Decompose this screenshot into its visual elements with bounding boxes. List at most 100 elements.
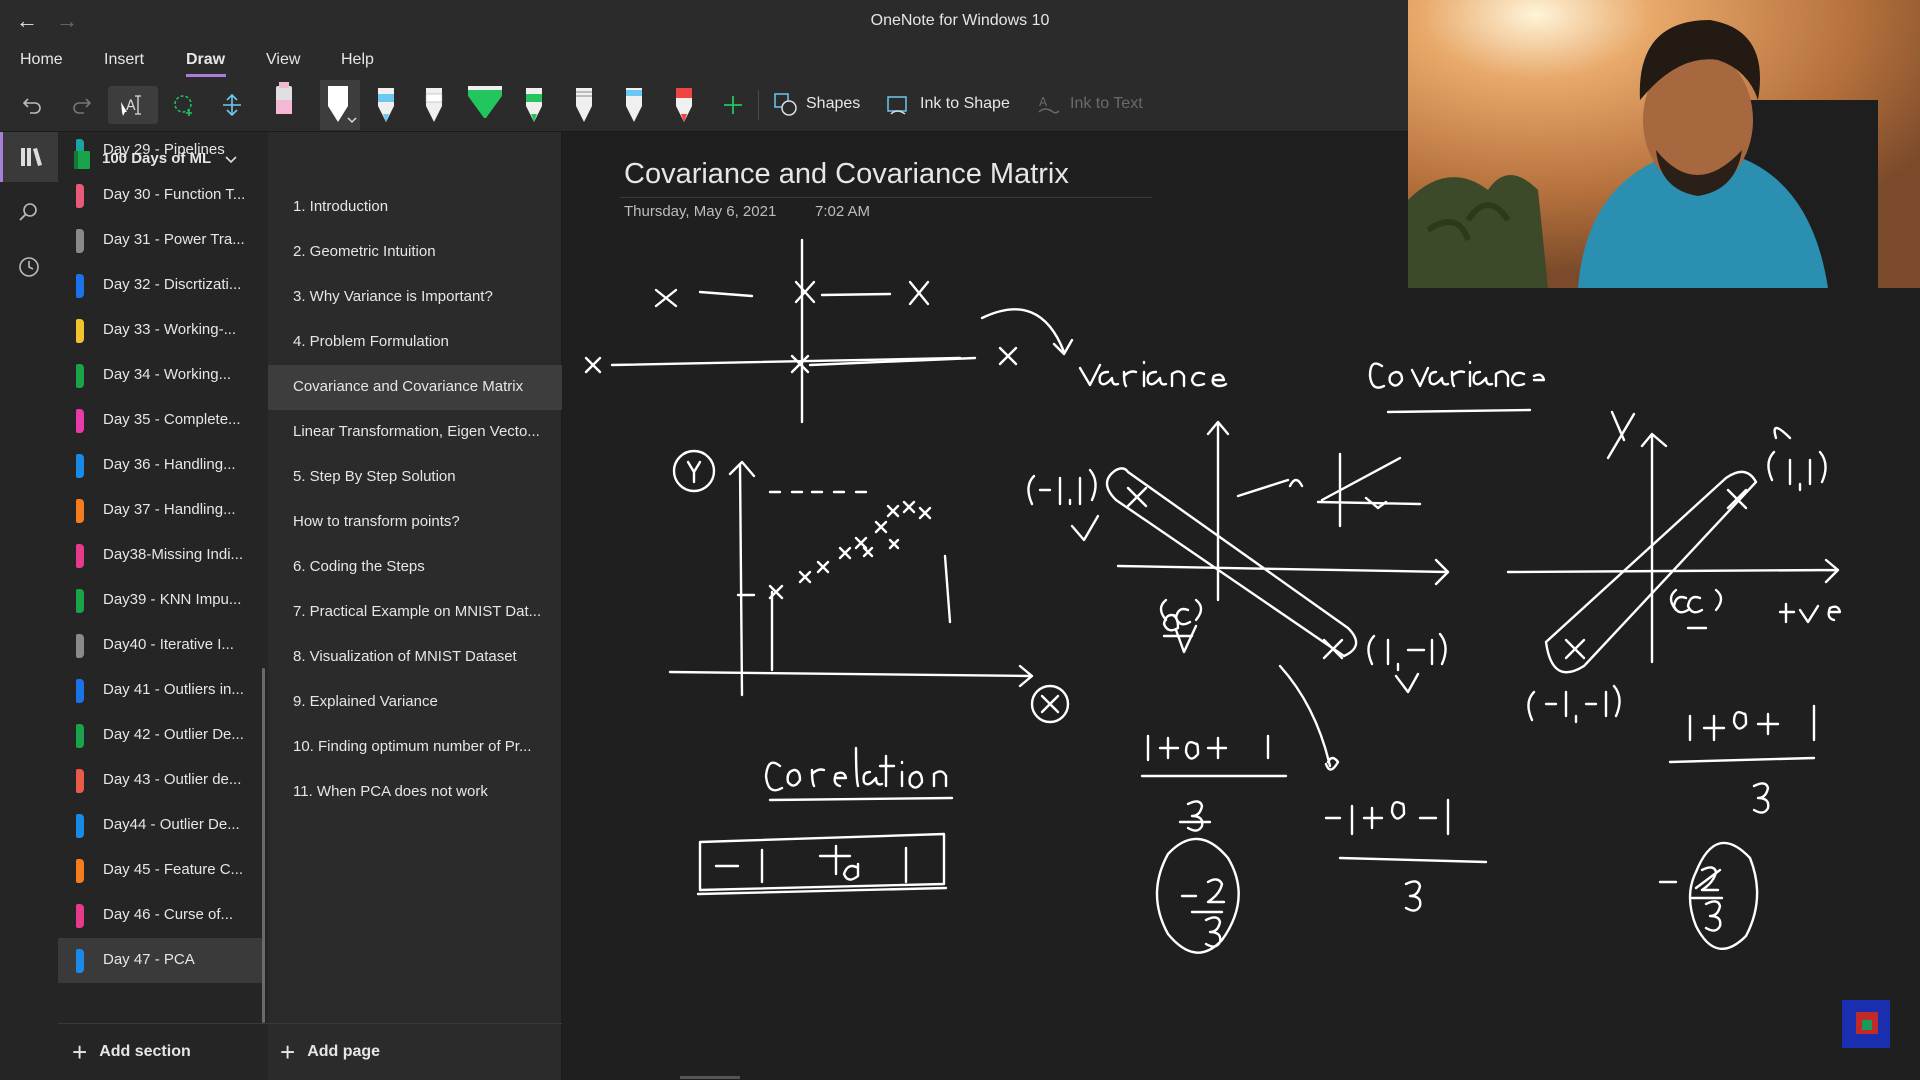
notebook-icon: [74, 151, 90, 169]
ink-to-text-icon[interactable]: A: [1034, 86, 1062, 124]
lasso-select-icon[interactable]: A: [108, 86, 158, 124]
pen-white-icon[interactable]: [420, 80, 448, 128]
pen-red-icon[interactable]: [670, 80, 698, 128]
page-label: 10. Finding optimum number of Pr...: [293, 738, 532, 755]
section-color-tab: [76, 499, 84, 523]
section-item[interactable]: Day 43 - Outlier de...: [58, 758, 264, 803]
page-item[interactable]: How to transform points?: [268, 500, 562, 545]
section-item[interactable]: Day44 - Outlier De...: [58, 803, 264, 848]
pen-highlighter-pink-icon[interactable]: [270, 80, 298, 128]
section-color-tab: [76, 859, 84, 883]
section-item[interactable]: Day 31 - Power Tra...: [58, 218, 264, 263]
shapes-icon[interactable]: [772, 86, 800, 124]
section-item[interactable]: Day 30 - Function T...: [58, 173, 264, 218]
add-space-lasso-icon[interactable]: [170, 86, 198, 124]
pages-panel: 1. Introduction 2. Geometric Intuition 3. …: [268, 132, 562, 1080]
section-color-tab: [76, 274, 84, 298]
page-label: 7. Practical Example on MNIST Dat...: [293, 603, 542, 620]
ink-to-shape-button[interactable]: Ink to Shape: [920, 95, 1010, 113]
section-item[interactable]: Day 37 - Handling...: [58, 488, 264, 533]
pen-green-icon[interactable]: [520, 80, 548, 128]
add-section-button[interactable]: + Add section: [72, 1024, 191, 1080]
page-item[interactable]: 3. Why Variance is Important?: [268, 275, 562, 320]
page-item[interactable]: 9. Explained Variance: [268, 680, 562, 725]
page-item[interactable]: 7. Practical Example on MNIST Dat...: [268, 590, 562, 635]
section-color-tab: [76, 814, 84, 838]
section-item[interactable]: Day 47 - PCA: [58, 938, 264, 983]
chevron-down-icon: [225, 156, 237, 164]
notebook-name: 100 Days of ML: [102, 150, 212, 167]
section-item[interactable]: Day 41 - Outliers in...: [58, 668, 264, 713]
page-item[interactable]: 6. Coding the Steps: [268, 545, 562, 590]
section-label: Day 30 - Function T...: [103, 186, 246, 203]
add-space-icon[interactable]: [218, 86, 246, 124]
tab-draw[interactable]: Draw: [186, 51, 225, 69]
undo-icon[interactable]: [18, 86, 46, 124]
page-label: 4. Problem Formulation: [293, 333, 449, 350]
svg-text:A: A: [126, 98, 136, 114]
notebooks-icon[interactable]: [0, 132, 58, 182]
pen-white-selected-icon[interactable]: [320, 80, 360, 130]
section-label: Day 43 - Outlier de...: [103, 771, 242, 788]
page-item[interactable]: 5. Step By Step Solution: [268, 455, 562, 500]
pen-light-blue-icon[interactable]: [620, 80, 648, 128]
shapes-button[interactable]: Shapes: [806, 95, 860, 113]
section-label: Day44 - Outlier De...: [103, 816, 240, 833]
redo-icon[interactable]: [68, 86, 96, 124]
section-label: Day38-Missing Indi...: [103, 546, 244, 563]
page-label: 1. Introduction: [293, 198, 389, 215]
tab-home[interactable]: Home: [20, 51, 63, 69]
tab-help[interactable]: Help: [341, 51, 374, 69]
section-label: Day 36 - Handling...: [103, 456, 236, 473]
draw-ribbon: A Shapes Ink to Shape A Ink to Text: [0, 78, 1408, 132]
section-color-tab: [76, 724, 84, 748]
section-label: Day 42 - Outlier De...: [103, 726, 244, 743]
section-color-tab: [76, 229, 84, 253]
section-item[interactable]: Day40 - Iterative I...: [58, 623, 264, 668]
add-page-label: Add page: [307, 1043, 381, 1060]
page-label: 5. Step By Step Solution: [293, 468, 456, 485]
page-item[interactable]: Covariance and Covariance Matrix: [268, 365, 562, 410]
page-label: 3. Why Variance is Important?: [293, 288, 493, 305]
section-label: Day 35 - Complete...: [103, 411, 241, 428]
page-item[interactable]: 1. Introduction: [268, 185, 562, 230]
pen-green-marker-icon[interactable]: [466, 80, 504, 128]
section-item[interactable]: Day 46 - Curse of...: [58, 893, 264, 938]
section-item[interactable]: Day 35 - Complete...: [58, 398, 264, 443]
page-item[interactable]: Linear Transformation, Eigen Vecto...: [268, 410, 562, 455]
section-color-tab: [76, 184, 84, 208]
add-pen-icon[interactable]: [720, 86, 746, 124]
section-item[interactable]: Day38-Missing Indi...: [58, 533, 264, 578]
section-item[interactable]: Day 36 - Handling...: [58, 443, 264, 488]
pen-pencil-icon[interactable]: [570, 80, 598, 128]
section-item[interactable]: Day 33 - Working-...: [58, 308, 264, 353]
ink-to-text-button[interactable]: Ink to Text: [1070, 95, 1143, 113]
page-item[interactable]: 2. Geometric Intuition: [268, 230, 562, 275]
search-icon[interactable]: [0, 187, 58, 237]
section-item[interactable]: Day 32 - Discrtizati...: [58, 263, 264, 308]
section-item[interactable]: Day39 - KNN Impu...: [58, 578, 264, 623]
page-item[interactable]: 8. Visualization of MNIST Dataset: [268, 635, 562, 680]
section-label: Day39 - KNN Impu...: [103, 591, 242, 608]
canvas-horizontal-scrollbar[interactable]: [680, 1076, 740, 1079]
page-label: 2. Geometric Intuition: [293, 243, 436, 260]
section-label: Day 31 - Power Tra...: [103, 231, 245, 248]
section-item[interactable]: Day 42 - Outlier De...: [58, 713, 264, 758]
sections-scrollbar[interactable]: [262, 668, 265, 1023]
page-item[interactable]: 4. Problem Formulation: [268, 320, 562, 365]
tab-insert[interactable]: Insert: [104, 51, 144, 69]
channel-logo-icon: [1842, 1000, 1890, 1048]
pen-blue-icon[interactable]: [372, 80, 400, 128]
tab-view[interactable]: View: [266, 51, 300, 69]
section-color-tab: [76, 589, 84, 613]
page-item[interactable]: 10. Finding optimum number of Pr...: [268, 725, 562, 770]
section-item[interactable]: Day 34 - Working...: [58, 353, 264, 398]
page-item[interactable]: 11. When PCA does not work: [268, 770, 562, 815]
section-label: Day40 - Iterative I...: [103, 636, 234, 653]
add-page-button[interactable]: + Add page: [280, 1024, 380, 1080]
page-title[interactable]: Covariance and Covariance Matrix: [624, 158, 1069, 191]
section-item[interactable]: Day 45 - Feature C...: [58, 848, 264, 893]
ink-to-shape-icon[interactable]: [884, 86, 912, 124]
recent-notes-icon[interactable]: [0, 242, 58, 292]
page-label: 11. When PCA does not work: [293, 783, 488, 800]
